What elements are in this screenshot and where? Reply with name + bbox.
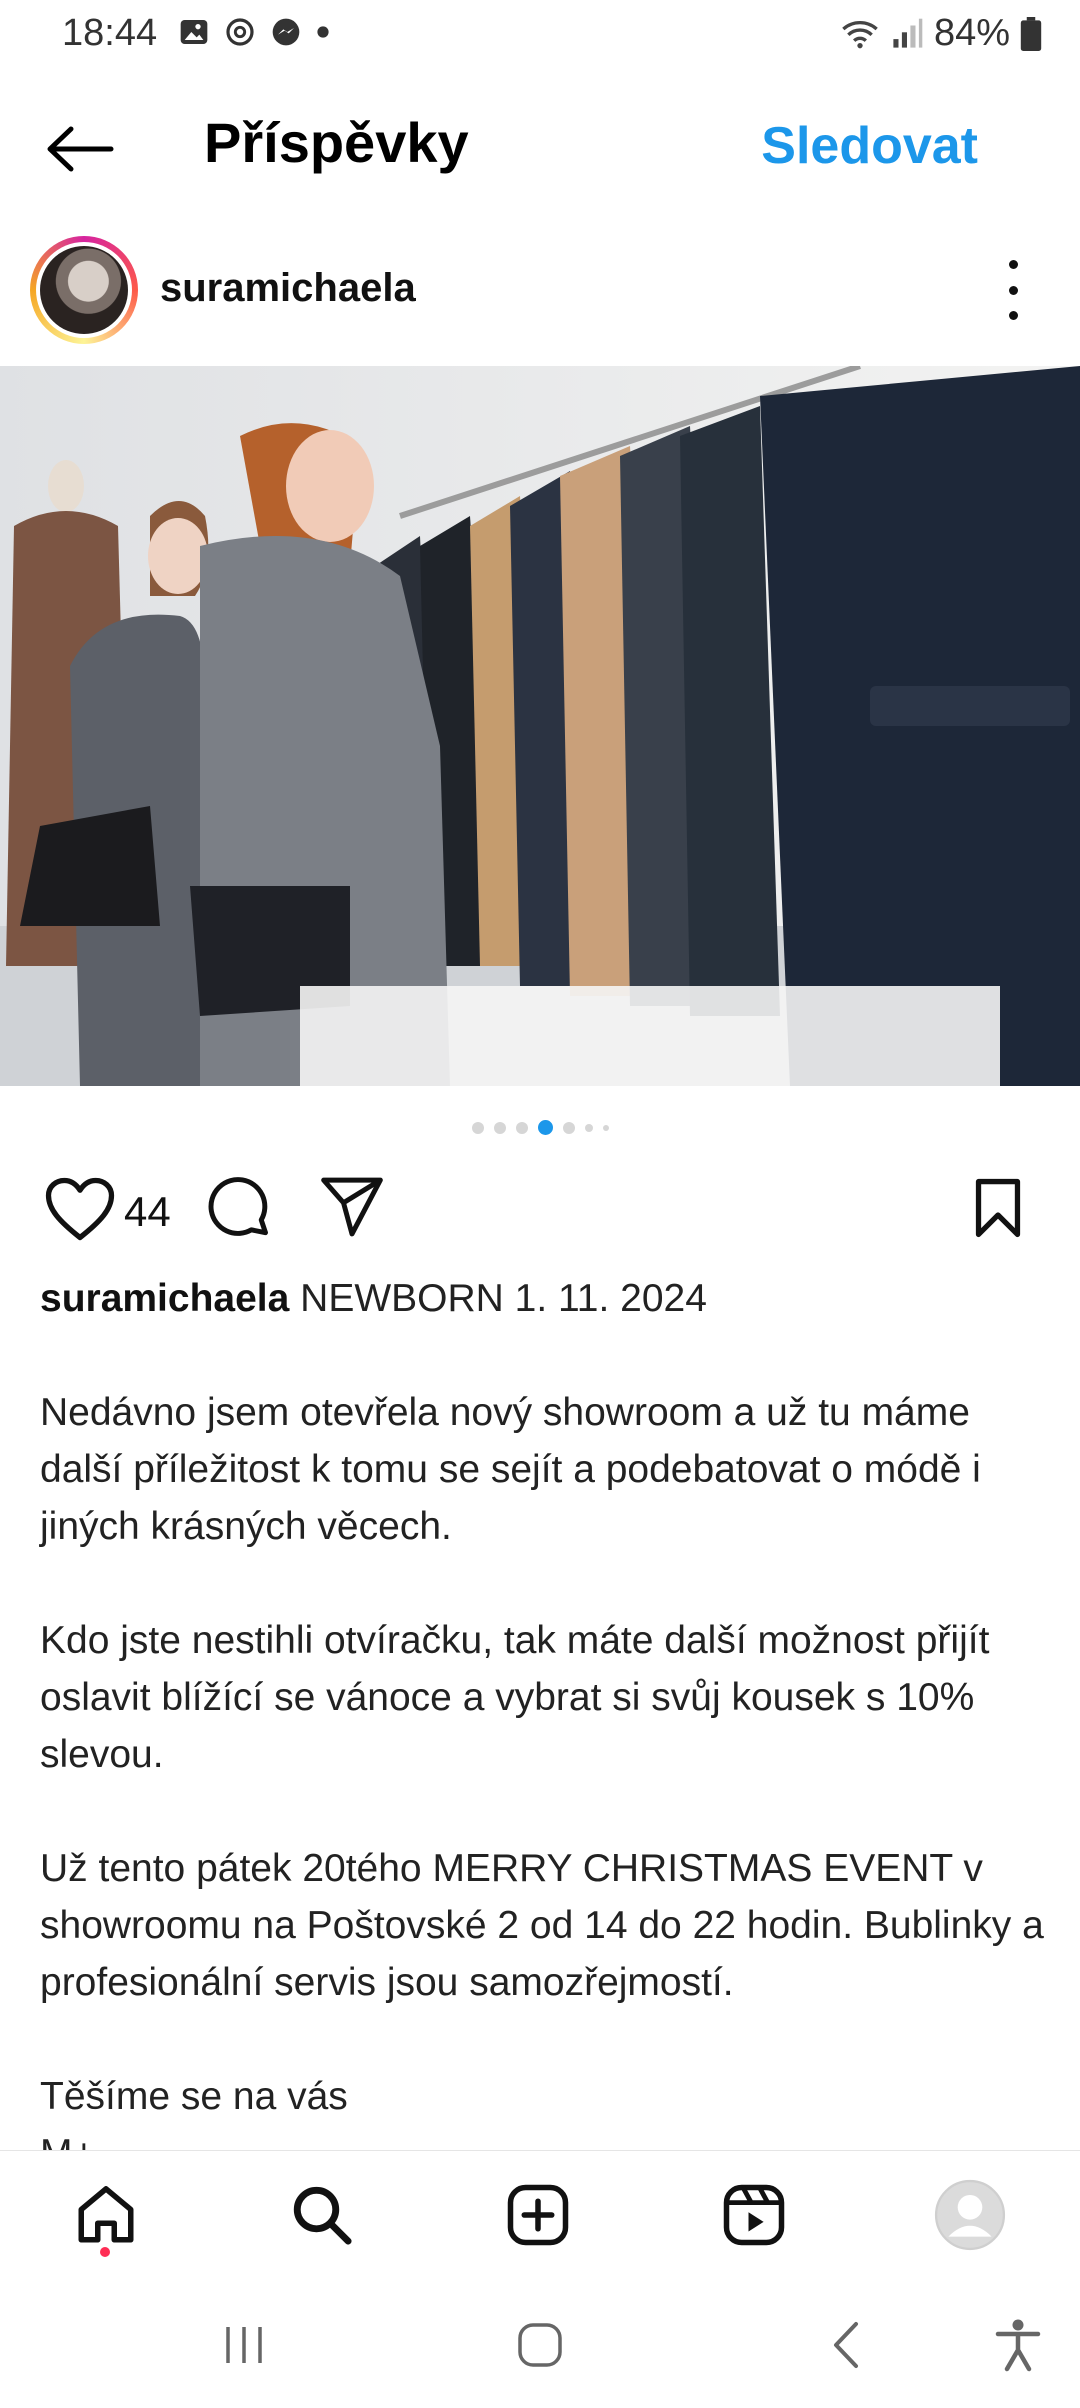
like-count[interactable]: 44 (124, 1188, 171, 1236)
home-icon (78, 2186, 134, 2243)
battery-icon (1020, 16, 1042, 51)
status-icons (178, 16, 330, 48)
dot-icon (317, 26, 329, 38)
more-dot-icon (1008, 311, 1018, 320)
like-button[interactable] (44, 1176, 116, 1247)
nav-home[interactable] (66, 2175, 146, 2255)
home-circle-icon (518, 2323, 562, 2367)
comment-button[interactable] (206, 1176, 274, 1249)
post-header: suramichaela (0, 236, 1080, 356)
status-right: 84% (840, 12, 1042, 55)
caption-text: NEWBORN 1. 11. 2024 (289, 1277, 707, 1320)
accessibility-icon (995, 2319, 1041, 2372)
showroom-photo (0, 366, 1080, 1086)
more-dot-icon (1008, 260, 1018, 269)
battery-percent: 84% (933, 12, 1010, 54)
caption-username[interactable]: suramichaela (40, 1277, 289, 1320)
caption-paragraph: Nedávno jsem otevřela nový showroom a už… (40, 1391, 981, 1548)
app-header: Příspěvky Sledovat (0, 92, 1080, 204)
status-bar: 18:44 84% (0, 0, 1080, 72)
save-button[interactable] (970, 1176, 1026, 1245)
profile-avatar-icon (934, 2179, 1006, 2251)
story-avatar[interactable] (30, 236, 138, 344)
carousel-dot (515, 1121, 528, 1134)
back-button[interactable] (40, 114, 120, 184)
gallery-icon (180, 20, 208, 44)
post-actions: 44 (0, 1170, 1080, 1250)
nav-create[interactable] (498, 2175, 578, 2255)
accessibility-button[interactable] (978, 2310, 1058, 2380)
wifi-icon (842, 20, 878, 48)
caption-paragraph: Těšíme se na vás (40, 2075, 348, 2118)
carousel-dot (471, 1121, 484, 1134)
carousel-dot (602, 1124, 609, 1131)
nav-search[interactable] (282, 2175, 362, 2255)
bookmark-icon (975, 1178, 1021, 1238)
notification-dot (100, 2247, 110, 2257)
search-icon (293, 2186, 352, 2245)
back-system-button[interactable] (806, 2310, 886, 2380)
recent-apps-button[interactable] (204, 2310, 284, 2380)
follow-button[interactable]: Sledovat (761, 116, 978, 176)
carousel-dot (493, 1121, 506, 1134)
avatar (40, 246, 128, 334)
carousel-indicator (0, 1120, 1080, 1135)
reels-icon (723, 2184, 785, 2246)
bottom-nav (0, 2150, 1080, 2279)
recent-apps-icon (226, 2327, 262, 2363)
add-icon (507, 2184, 569, 2246)
carousel-dot (562, 1121, 575, 1134)
arrow-left-icon (47, 126, 114, 172)
heart-icon (45, 1177, 115, 1241)
messenger-icon (272, 18, 300, 46)
more-options-button[interactable] (998, 260, 1028, 320)
system-navigation (0, 2280, 1080, 2408)
sync-icon (226, 18, 254, 46)
post-username[interactable]: suramichaela (160, 266, 416, 311)
caption-paragraph: Kdo jste nestihli otvíračku, tak máte da… (40, 1619, 990, 1776)
send-icon (321, 1177, 383, 1237)
signal-icon (893, 18, 923, 48)
caption-line: suramichaela NEWBORN 1. 11. 2024 (40, 1270, 1050, 1327)
post-caption: suramichaela NEWBORN 1. 11. 2024 Nedávno… (40, 1270, 1050, 2182)
status-time: 18:44 (62, 12, 158, 54)
carousel-dot-active (537, 1120, 553, 1135)
post-image[interactable] (0, 366, 1080, 1086)
home-system-button[interactable] (500, 2310, 580, 2380)
nav-profile[interactable] (930, 2175, 1010, 2255)
chevron-left-icon (834, 2322, 858, 2368)
more-dot-icon (1008, 285, 1018, 295)
carousel-dot (584, 1123, 593, 1132)
comment-icon (208, 1177, 268, 1236)
caption-paragraph: Už tento pátek 20tého MERRY CHRISTMAS EV… (40, 1847, 1044, 2004)
page-title: Příspěvky (204, 111, 469, 174)
share-button[interactable] (318, 1174, 386, 1245)
nav-reels[interactable] (714, 2175, 794, 2255)
